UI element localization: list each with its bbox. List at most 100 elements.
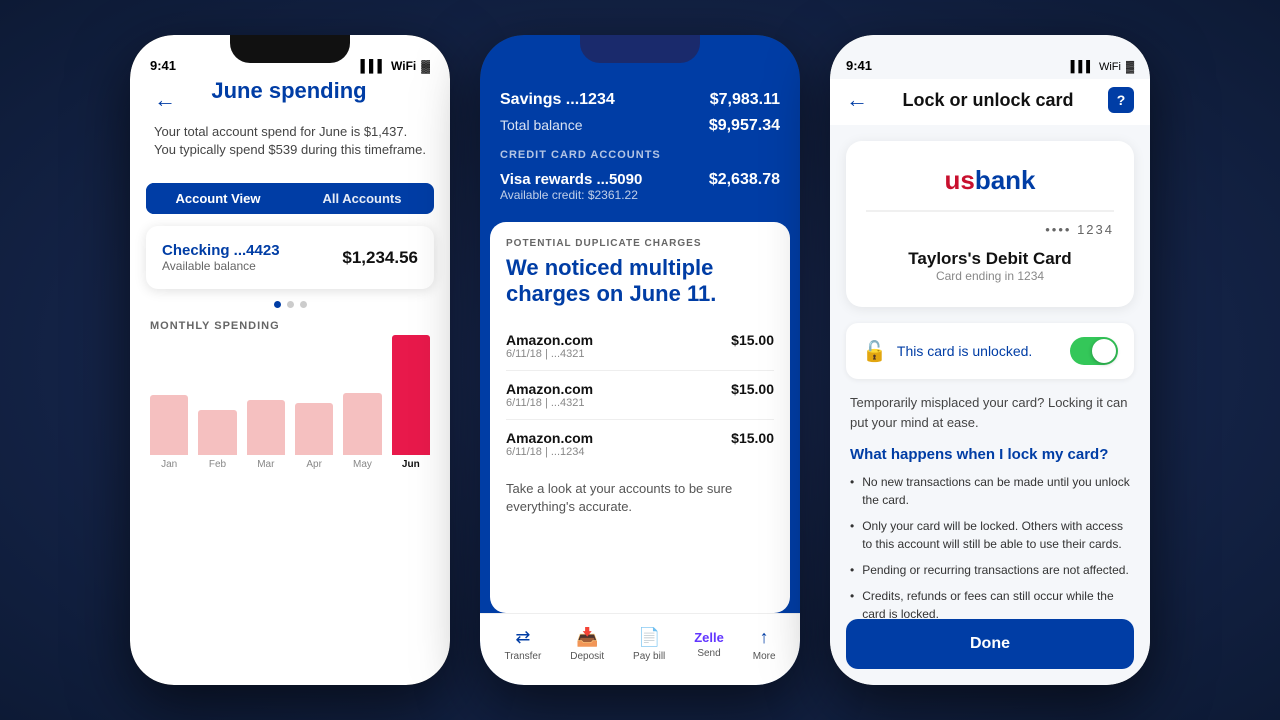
notch-3 xyxy=(930,35,1050,63)
account-type: Available balance xyxy=(162,259,280,273)
charge-name-3: Amazon.com xyxy=(506,430,593,446)
transfer-icon: ⇄ xyxy=(515,627,530,648)
bullet-dot-2: • xyxy=(850,517,854,553)
savings-amount: $7,983.11 xyxy=(710,91,780,109)
nav-more-label: More xyxy=(753,651,776,662)
bottom-nav: ⇄ Transfer 📥 Deposit 📄 Pay bill Zelle Se… xyxy=(480,613,800,685)
dot-3[interactable] xyxy=(300,301,307,308)
zelle-icon: Zelle xyxy=(694,630,724,645)
charges-list: Amazon.com 6/11/18 | ...4321 $15.00 Amaz… xyxy=(506,322,774,468)
account-tabs: Account View All Accounts xyxy=(146,183,434,214)
status-time-1: 9:41 xyxy=(150,58,176,73)
battery-icon: ▓ xyxy=(421,59,430,73)
bullet-2: • Only your card will be locked. Others … xyxy=(850,517,1130,553)
nav-paybill-label: Pay bill xyxy=(633,651,665,662)
status-time-3: 9:41 xyxy=(846,58,872,73)
charge-info-3: Amazon.com 6/11/18 | ...1234 xyxy=(506,430,593,458)
dup-label: POTENTIAL DUPLICATE CHARGES xyxy=(506,238,774,249)
tab-account-view[interactable]: Account View xyxy=(146,183,290,214)
charge-row-3: Amazon.com 6/11/18 | ...1234 $15.00 xyxy=(506,420,774,468)
misplace-text: Temporarily misplaced your card? Locking… xyxy=(850,393,1130,432)
bar-jan: Jan xyxy=(150,395,188,470)
account-card[interactable]: Checking ...4423 Available balance $1,23… xyxy=(146,226,434,289)
charge-info-1: Amazon.com 6/11/18 | ...4321 xyxy=(506,332,593,360)
phone-1: 9:41 ▌▌▌ WiFi ▓ ← June spending Your tot… xyxy=(130,35,450,685)
account-balance: $1,234.56 xyxy=(342,248,418,268)
charge-row-1: Amazon.com 6/11/18 | ...4321 $15.00 xyxy=(506,322,774,371)
notch-2 xyxy=(580,35,700,63)
bar-may-fill xyxy=(343,393,381,455)
nav-deposit[interactable]: 📥 Deposit xyxy=(570,627,604,662)
unlock-icon: 🔓 xyxy=(862,339,887,364)
nav-paybill[interactable]: 📄 Pay bill xyxy=(633,627,665,662)
signal-icon-3: ▌▌▌ xyxy=(1071,61,1094,73)
dup-title: We noticed multiple charges on June 11. xyxy=(506,255,774,308)
bullet-dot-4: • xyxy=(850,587,854,623)
nav-send[interactable]: Zelle Send xyxy=(694,630,724,659)
charge-amount-1: $15.00 xyxy=(731,332,774,348)
bar-mar: Mar xyxy=(247,400,285,470)
bullet-4: • Credits, refunds or fees can still occ… xyxy=(850,587,1130,623)
phone-2: Savings ...1234 $7,983.11 Total balance … xyxy=(480,35,800,685)
visa-credit: Available credit: $2361.22 xyxy=(500,188,642,202)
more-icon: ↑ xyxy=(760,627,769,648)
bullet-text-3: Pending or recurring transactions are no… xyxy=(862,561,1129,579)
battery-icon-3: ▓ xyxy=(1126,61,1134,73)
bar-apr: Apr xyxy=(295,403,333,470)
bar-feb: Feb xyxy=(198,410,236,470)
account-info: Checking ...4423 Available balance xyxy=(162,242,280,273)
card-holder-name: Taylors's Debit Card xyxy=(866,249,1114,269)
done-button[interactable]: Done xyxy=(846,619,1134,669)
savings-name: Savings ...1234 xyxy=(500,91,615,109)
page-title-1: June spending xyxy=(152,78,426,104)
bar-may: May xyxy=(343,393,381,470)
phone-3: 9:41 ▌▌▌ WiFi ▓ ← Lock or unlock card ? … xyxy=(830,35,1150,685)
charge-name-2: Amazon.com xyxy=(506,381,593,397)
charge-info-2: Amazon.com 6/11/18 | ...4321 xyxy=(506,381,593,409)
phone1-header: ← June spending Your total account spend… xyxy=(130,79,450,171)
total-balance-amount: $9,957.34 xyxy=(709,117,780,135)
usbank-logo: usbank xyxy=(866,165,1114,196)
dot-1[interactable] xyxy=(274,301,281,308)
phone2-content: Savings ...1234 $7,983.11 Total balance … xyxy=(480,79,800,613)
nav-transfer-label: Transfer xyxy=(504,651,541,662)
total-balance-label: Total balance xyxy=(500,117,583,133)
card-number: •••• 1234 xyxy=(866,222,1114,237)
credit-section-label: CREDIT CARD ACCOUNTS xyxy=(500,139,780,167)
bullet-3: • Pending or recurring transactions are … xyxy=(850,561,1130,579)
status-icons-3: ▌▌▌ WiFi ▓ xyxy=(1071,61,1134,73)
charge-row-2: Amazon.com 6/11/18 | ...4321 $15.00 xyxy=(506,371,774,420)
charge-date-2: 6/11/18 | ...4321 xyxy=(506,397,593,409)
status-icons-1: ▌▌▌ WiFi ▓ xyxy=(361,59,430,73)
charge-name-1: Amazon.com xyxy=(506,332,593,348)
help-button[interactable]: ? xyxy=(1108,87,1134,113)
nav-send-label: Send xyxy=(697,648,720,659)
bar-jan-fill xyxy=(150,395,188,455)
charge-date-3: 6/11/18 | ...1234 xyxy=(506,446,593,458)
visa-name: Visa rewards ...5090 xyxy=(500,171,642,188)
visa-info: Visa rewards ...5090 Available credit: $… xyxy=(500,171,642,202)
us-text: us xyxy=(944,165,974,195)
back-button-3[interactable]: ← xyxy=(846,87,868,113)
nav-more[interactable]: ↑ More xyxy=(753,627,776,662)
dup-footer: Take a look at your accounts to be sure … xyxy=(506,480,774,516)
charge-amount-2: $15.00 xyxy=(731,381,774,397)
deposit-icon: 📥 xyxy=(576,627,598,648)
nav-transfer[interactable]: ⇄ Transfer xyxy=(504,627,541,662)
bar-mar-fill xyxy=(247,400,285,455)
duplicate-section: POTENTIAL DUPLICATE CHARGES We noticed m… xyxy=(480,222,800,613)
monthly-label: MONTHLY SPENDING xyxy=(130,320,450,332)
month-feb: Feb xyxy=(209,459,226,470)
what-title: What happens when I lock my card? xyxy=(850,446,1130,463)
wifi-icon: WiFi xyxy=(391,59,416,73)
bar-feb-fill xyxy=(198,410,236,455)
signal-icon: ▌▌▌ xyxy=(361,59,387,73)
bullet-text-2: Only your card will be locked. Others wi… xyxy=(862,517,1130,553)
tab-all-accounts[interactable]: All Accounts xyxy=(290,183,434,214)
dot-2[interactable] xyxy=(287,301,294,308)
notch-1 xyxy=(230,35,350,63)
total-balance-row: Total balance $9,957.34 xyxy=(500,113,780,139)
spending-subtitle: Your total account spend for June is $1,… xyxy=(150,123,430,159)
lock-toggle[interactable] xyxy=(1070,337,1118,365)
bullet-1: • No new transactions can be made until … xyxy=(850,473,1130,509)
